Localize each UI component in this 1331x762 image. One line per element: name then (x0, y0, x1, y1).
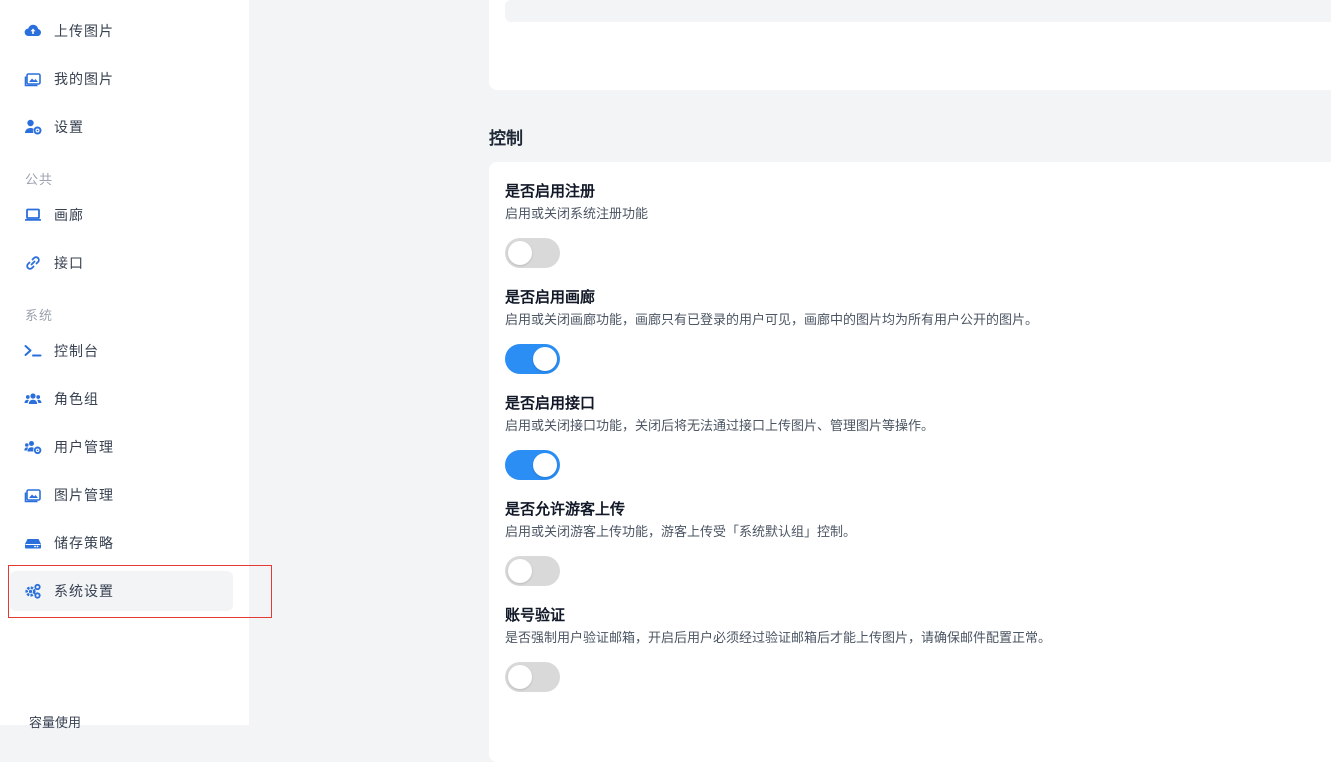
toggle-knob (533, 347, 557, 371)
toggle-knob (508, 665, 532, 689)
sidebar-item-my-images[interactable]: 我的图片 (10, 59, 233, 99)
toggle-gallery[interactable] (505, 344, 560, 374)
control-card (489, 162, 1331, 762)
toggle-knob (508, 241, 532, 265)
sidebar-item-upload[interactable]: 上传图片 (10, 11, 233, 51)
sidebar-item-label: 角色组 (54, 392, 99, 408)
sidebar-item-user-management[interactable]: 用户管理 (10, 427, 233, 467)
sidebar-item-image-management[interactable]: 图片管理 (10, 475, 233, 515)
highlight-box (8, 565, 272, 618)
toggle-registration[interactable] (505, 238, 560, 268)
sidebar-item-console[interactable]: 控制台 (10, 331, 233, 371)
sidebar-item-settings[interactable]: 设置 (10, 107, 233, 147)
sidebar-item-label: 我的图片 (54, 72, 114, 88)
sidebar-item-label: 用户管理 (54, 440, 114, 456)
laptop-icon (24, 206, 42, 224)
sidebar-item-storage-strategy[interactable]: 储存策略 (10, 523, 233, 563)
setting-title: 是否启用接口 (505, 394, 596, 412)
sidebar-item-gallery[interactable]: 画廊 (10, 195, 233, 235)
setting-desc: 启用或关闭接口功能，关闭后将无法通过接口上传图片、管理图片等操作。 (505, 419, 935, 434)
capacity-label: 容量使用 (29, 716, 82, 731)
toggle-api[interactable] (505, 450, 560, 480)
toggle-account-verification[interactable] (505, 662, 560, 692)
setting-title: 是否启用画廊 (505, 288, 596, 306)
terminal-icon (24, 342, 42, 360)
users-gear-icon (24, 438, 42, 456)
setting-title: 是否启用注册 (505, 182, 596, 200)
sidebar-item-label: 画廊 (54, 208, 84, 224)
textarea-field[interactable] (505, 0, 1331, 22)
setting-desc: 启用或关闭画廊功能，画廊只有已登录的用户可见，画廊中的图片均为所有用户公开的图片… (505, 313, 1039, 328)
toggle-knob (508, 559, 532, 583)
setting-title: 账号验证 (505, 606, 566, 624)
setting-desc: 是否强制用户验证邮箱，开启后用户必须经过验证邮箱后才能上传图片，请确保邮件配置正… (505, 631, 1052, 646)
cloud-upload-icon (24, 22, 42, 40)
section-label-system: 系统 (25, 309, 54, 324)
users-icon (24, 390, 42, 408)
setting-desc: 启用或关闭系统注册功能 (505, 207, 649, 222)
section-label-public: 公共 (25, 173, 54, 188)
sidebar-item-label: 接口 (54, 256, 84, 272)
sidebar-item-label: 设置 (54, 120, 84, 136)
images-icon (24, 486, 42, 504)
section-title: 控制 (489, 129, 523, 149)
toggle-knob (533, 453, 557, 477)
sidebar-item-label: 上传图片 (54, 24, 114, 40)
sidebar-item-label: 图片管理 (54, 488, 114, 504)
sidebar-item-label: 储存策略 (54, 536, 114, 552)
setting-desc: 启用或关闭游客上传功能，游客上传受「系统默认组」控制。 (505, 525, 857, 540)
sidebar-item-roles[interactable]: 角色组 (10, 379, 233, 419)
images-icon (24, 70, 42, 88)
sidebar-item-api[interactable]: 接口 (10, 243, 233, 283)
user-gear-icon (24, 118, 42, 136)
sidebar-item-label: 控制台 (54, 344, 99, 360)
previous-card (489, 0, 1331, 90)
hard-drive-icon (24, 534, 42, 552)
setting-title: 是否允许游客上传 (505, 500, 626, 518)
toggle-guest-upload[interactable] (505, 556, 560, 586)
link-icon (24, 254, 42, 272)
